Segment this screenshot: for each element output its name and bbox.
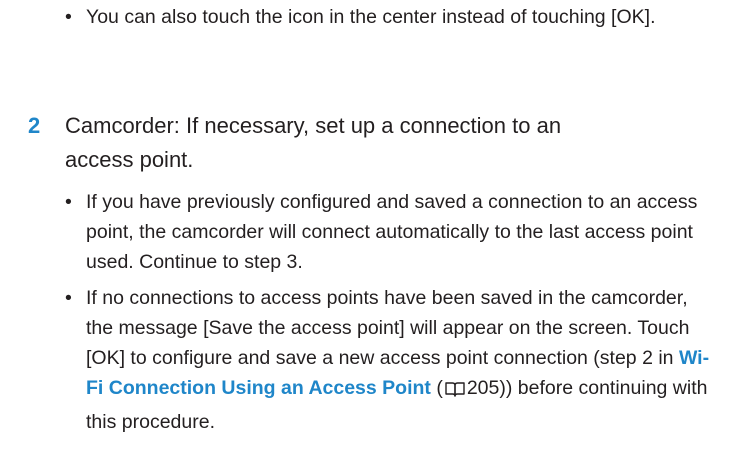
step-title: Camcorder: If necessary, set up a connec… [65,113,562,172]
paren-open: ( [430,377,443,399]
step-notes: • If you have previously configured and … [65,187,719,437]
page-reference[interactable]: 205 [467,377,500,399]
list-item: • If you have previously configured and … [65,187,719,277]
note-text: If no connections to access points have … [86,287,690,369]
note-text: You can also touch the icon in the cente… [86,6,656,28]
note-text: If you have previously configured and sa… [86,191,698,273]
bullet-point: • [65,287,72,309]
list-item: • You can also touch the icon in the cen… [65,2,725,32]
previous-step-notes: • You can also touch the icon in the cen… [65,2,725,32]
step-2: 2 Camcorder: If necessary, set up a conn… [28,109,728,437]
manual-page: • You can also touch the icon in the cen… [0,0,740,474]
book-icon [444,377,466,407]
step-heading: 2 Camcorder: If necessary, set up a conn… [28,109,728,177]
bullet-point: • [65,191,72,213]
bullet-point: • [65,6,72,28]
step-number: 2 [28,113,41,138]
list-item: • If no connections to access points hav… [65,283,719,437]
